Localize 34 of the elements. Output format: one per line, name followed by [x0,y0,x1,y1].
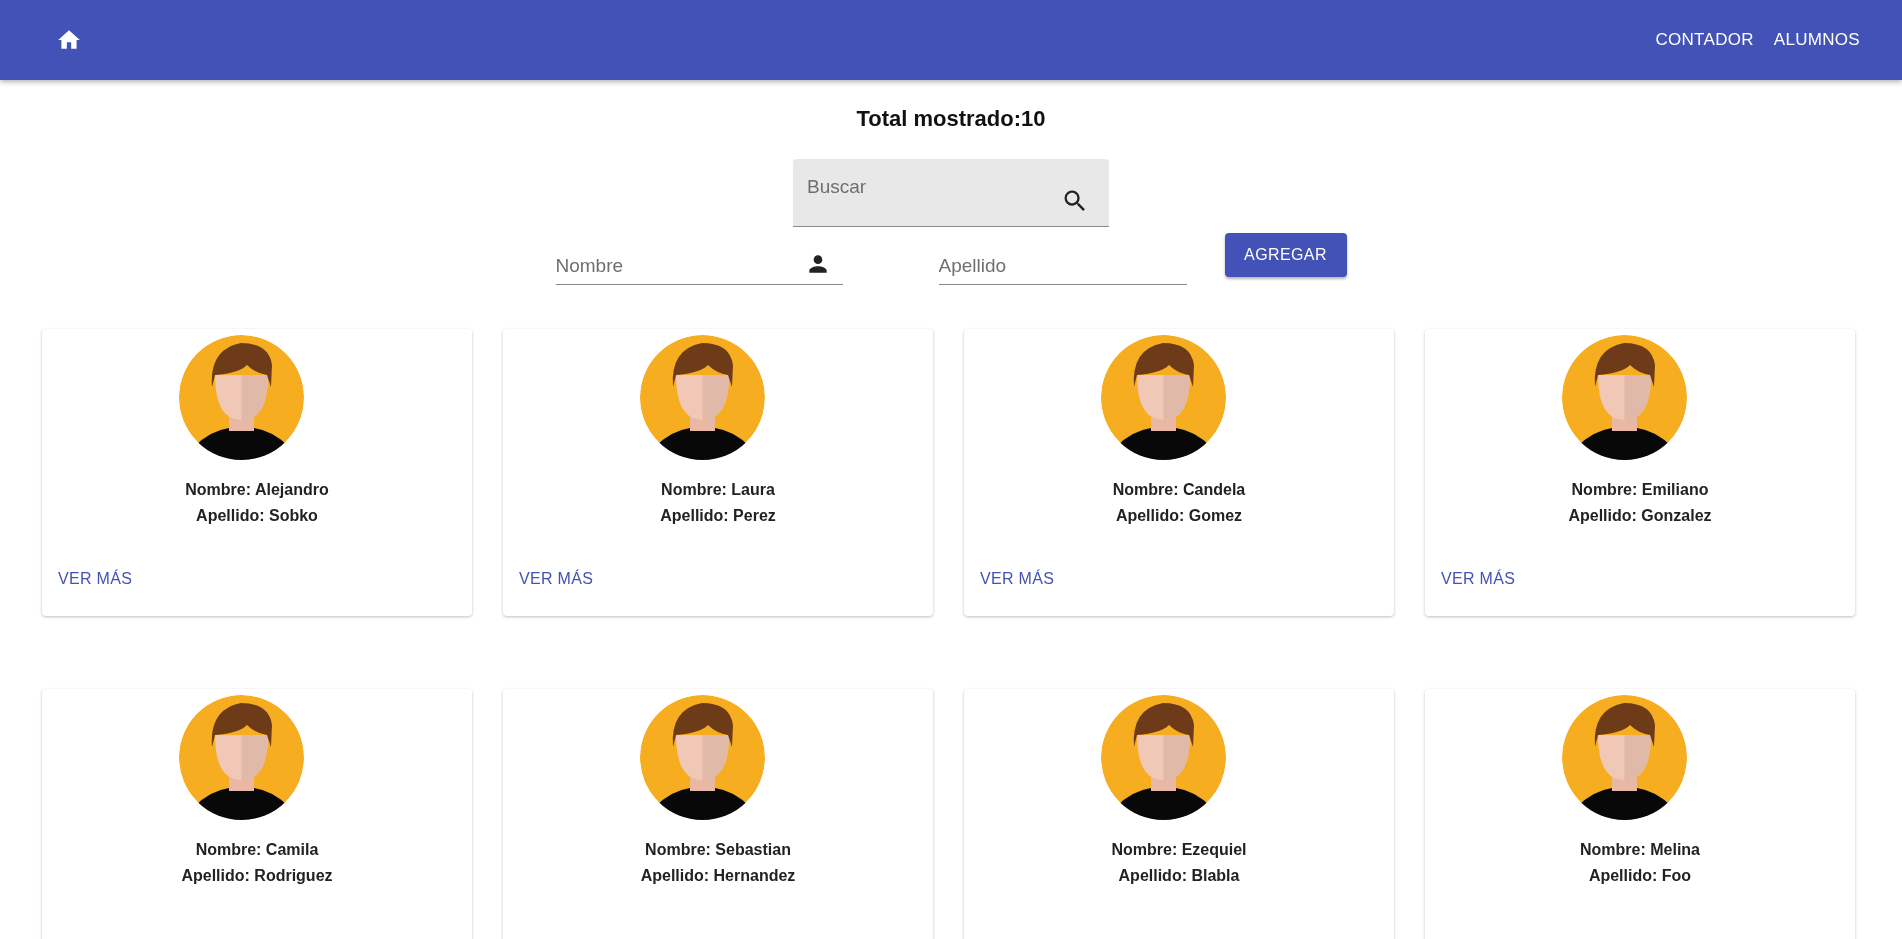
student-name: Nombre: Candela [1112,481,1246,499]
apellido-field[interactable]: Apellido [938,247,1187,285]
add-button[interactable]: AGREGAR [1224,233,1347,277]
avatar-icon [639,695,765,820]
avatar-icon [1100,335,1226,460]
student-surname: Apellido: Perez [660,507,776,525]
student-name: Nombre: Laura [661,481,775,499]
see-more-link[interactable]: VER MÁS [519,570,594,587]
total-count: Total mostrado:10 [855,106,1047,133]
student-name: Nombre: Ezequiel [1111,841,1247,859]
avatar-icon [178,335,304,460]
avatar-icon [178,695,304,820]
student-name: Nombre: Camila [195,841,319,859]
see-more-link[interactable]: VER MÁS [980,570,1055,587]
see-more-link[interactable]: VER MÁS [58,570,133,587]
student-surname: Apellido: Gomez [1115,507,1243,525]
student-surname: Apellido: Foo [1588,867,1692,885]
student-surname: Apellido: Sobko [196,507,318,525]
student-name: Nombre: Sebastian [645,841,791,859]
nav-link[interactable]: ALUMNOS [1773,30,1860,50]
student-surname: Apellido: Gonzalez [1568,507,1712,525]
student-name: Nombre: Melina [1580,841,1700,859]
nav-link[interactable]: CONTADOR [1655,30,1754,50]
see-more-link[interactable]: VER MÁS [1441,570,1516,587]
avatar-icon [1100,695,1226,820]
avatar-icon [1561,695,1687,820]
student-name: Nombre: Alejandro [185,481,329,499]
avatar-icon [1561,335,1687,460]
student-name: Nombre: Emiliano [1571,481,1709,499]
student-surname: Apellido: Blabla [1118,867,1240,885]
search-field[interactable]: Buscar [793,159,1109,227]
student-surname: Apellido: Rodriguez [181,867,333,885]
student-surname: Apellido: Hernandez [640,867,796,885]
avatar-icon [639,335,765,460]
